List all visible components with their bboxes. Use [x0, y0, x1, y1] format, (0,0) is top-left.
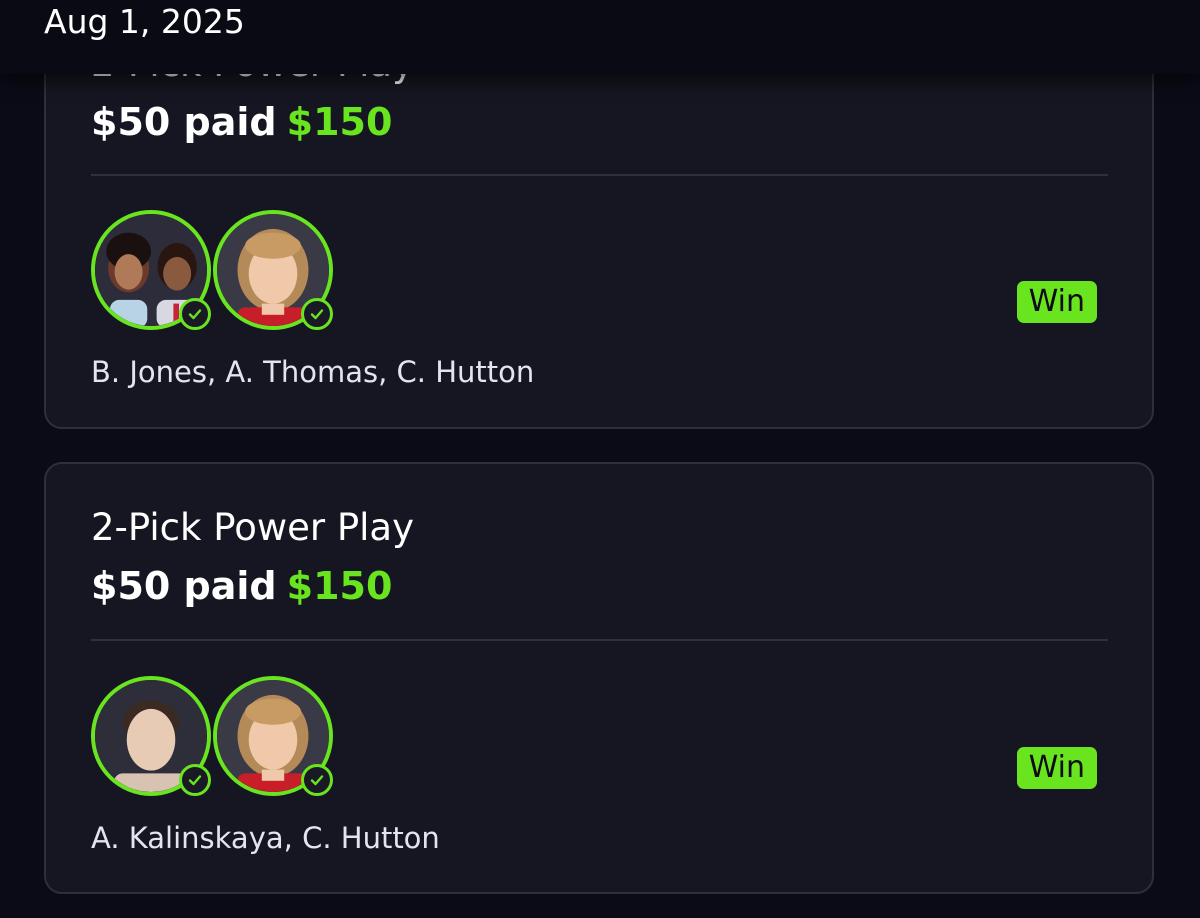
- check-icon: [179, 298, 211, 330]
- date-label: Aug 1, 2025: [44, 2, 245, 41]
- entries-page: 2-Pick Power Play $50 paid$150: [0, 0, 1200, 918]
- check-icon: [179, 764, 211, 796]
- payout-summary: $50 paid $150: [91, 100, 392, 144]
- date-header: Aug 1, 2025: [0, 0, 1200, 74]
- pick-avatars: [91, 676, 351, 804]
- paid-amount: $50 paid: [91, 100, 277, 144]
- entry-title: 2-Pick Power Play: [91, 506, 414, 549]
- won-amount: $150: [286, 564, 393, 608]
- divider: [91, 174, 1108, 176]
- win-badge: Win: [1016, 281, 1097, 323]
- win-badge: Win: [1016, 747, 1097, 789]
- entry-card[interactable]: 2-Pick Power Play $50 paid$150: [44, 462, 1154, 894]
- player-names: A. Kalinskaya, C. Hutton: [91, 821, 440, 855]
- payout-summary: $50 paid $150: [91, 564, 392, 608]
- won-amount: $150: [286, 100, 393, 144]
- paid-amount: $50 paid: [91, 564, 277, 608]
- check-icon: [301, 298, 333, 330]
- check-icon: [301, 764, 333, 796]
- divider: [91, 639, 1108, 641]
- pick-avatars: [91, 210, 351, 338]
- player-names: B. Jones, A. Thomas, C. Hutton: [91, 355, 535, 389]
